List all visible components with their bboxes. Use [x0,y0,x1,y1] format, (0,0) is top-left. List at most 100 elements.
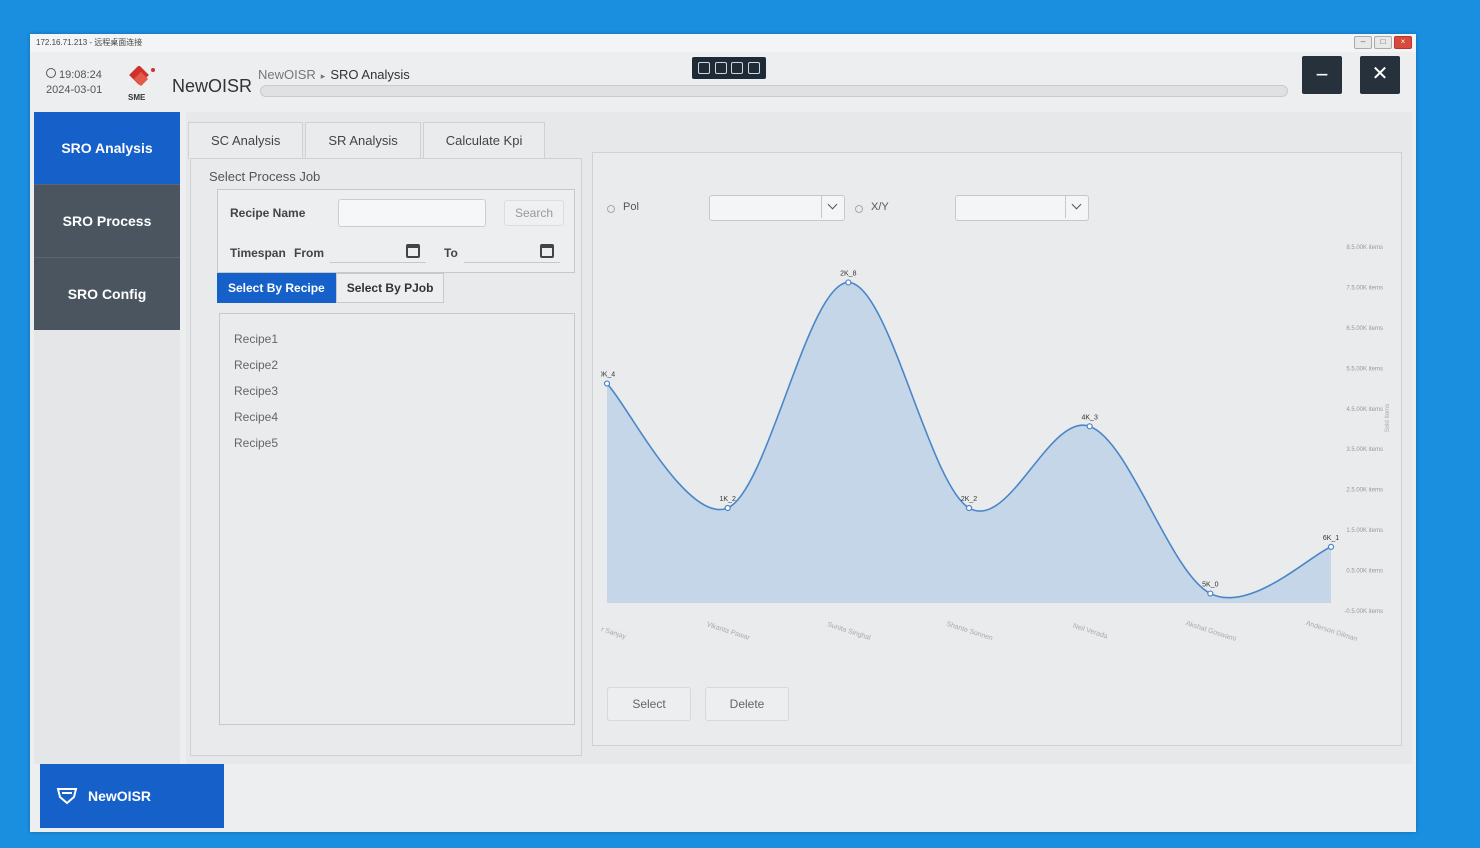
data-point [965,504,973,512]
y-tick-label: 3.5.00K items [1346,447,1383,453]
clock-time: 19:08:24 [59,69,102,81]
recipe-name-input[interactable] [338,199,486,227]
toolbar-chat-icon[interactable] [714,62,727,74]
breadcrumb-root[interactable]: NewOISR [258,67,316,82]
minimize-button[interactable]: − [1302,56,1342,94]
remote-close-button[interactable]: × [1394,36,1412,49]
app-name: NewOISR [172,76,253,96]
main-content: SC Analysis SR Analysis Calculate Kpi Se… [186,112,1412,764]
y-tick-label: 6.5.00K items [1346,326,1383,332]
list-item[interactable]: Recipe3 [220,378,574,404]
data-label: 0K_4 [601,372,615,379]
area-chart: 0K_4 1K_2 2K_8 2K_2 4K_3 5K_0 6K_1 Sher Sanjay V… [601,245,1391,643]
y-tick-label: 5.5.00K items [1346,366,1383,372]
data-point [603,380,611,387]
filter-box: Recipe Name Search Timespan From To [217,189,575,273]
sme-logo-icon: SME [128,66,155,102]
footer-brand-label: NewOISR [88,788,152,804]
data-point [724,504,731,512]
to-calendar-icon[interactable] [540,244,554,258]
select-by-pjob-button[interactable]: Select By PJob [335,273,445,303]
to-date-field[interactable] [464,262,560,263]
delete-button[interactable]: Delete [705,687,789,721]
select-button[interactable]: Select [607,687,691,721]
sidebar-item-sro-config[interactable]: SRO Config [34,257,180,330]
xy-select[interactable] [955,195,1089,221]
data-point [845,279,852,286]
search-button[interactable]: Search [504,200,564,226]
y-tick-label: 1.5.00K items [1346,528,1383,534]
progress-bar [260,85,1288,97]
y-tick-label: 8.5.00K items [1346,245,1383,251]
pol-label: Pol [623,201,639,213]
x-tick-label: Sunita Singhal [826,621,872,642]
timespan-label: Timespan [230,246,286,260]
data-label: 1K_2 [719,496,735,503]
logo-text: SME [128,93,146,102]
section-title: Select Process Job [209,169,321,184]
y-tick-label: 7.5.00K items [1346,285,1383,291]
data-point [1207,590,1214,597]
list-item[interactable]: Recipe5 [220,430,574,456]
pol-radio[interactable] [607,205,615,213]
remote-title: 172.16.71.213 - 远程桌面连接 [36,38,143,47]
list-item[interactable]: Recipe1 [220,326,574,352]
x-tick-label: Shante Sonnen [945,621,993,643]
breadcrumb-current: SRO Analysis [330,67,410,82]
from-label: From [294,246,324,260]
to-label: To [444,246,458,260]
x-tick-label: Anderson Dilman [1305,620,1358,643]
pol-select[interactable] [709,195,845,221]
shield-icon [56,788,78,805]
toolbar-settings-icon[interactable] [747,62,760,74]
remote-titlebar: 172.16.71.213 - 远程桌面连接 – □ × [30,34,1416,53]
data-label: 4K_3 [1081,414,1097,421]
select-by-recipe-button[interactable]: Select By Recipe [217,273,336,303]
list-item[interactable]: Recipe2 [220,352,574,378]
y-tick-label: 4.5.00K items [1346,407,1383,413]
xy-label: X/Y [871,201,889,213]
remote-toolbar[interactable] [692,57,766,79]
data-point [1086,423,1093,430]
clock: 19:08:24 2024-03-01 [46,68,102,98]
app-header: 19:08:24 2024-03-01 SME NewOISR NewOISR ▸… [30,52,1416,112]
app-window: 172.16.71.213 - 远程桌面连接 – □ × 19:08:24 20… [30,34,1416,832]
remote-minimize-button[interactable]: – [1354,36,1372,49]
recipe-name-label: Recipe Name [230,206,306,220]
xy-radio[interactable] [855,205,863,213]
x-tick-label: Akshat Goswami [1185,620,1238,643]
sidebar-item-sro-process[interactable]: SRO Process [34,184,180,257]
y-tick-label: 0.5.00K items [1346,569,1383,575]
x-tick-label: Neil Verada [1072,623,1109,641]
tab-sr-analysis[interactable]: SR Analysis [305,122,421,159]
tab-sc-analysis[interactable]: SC Analysis [188,122,304,159]
tab-calculate-kpi[interactable]: Calculate Kpi [422,122,546,159]
y-tick-label: 2.5.00K items [1346,488,1383,494]
sidebar-item-sro-analysis[interactable]: SRO Analysis [34,112,180,184]
y-axis-label: Sold Items [1385,404,1391,432]
footer-brand: NewOISR [40,764,224,828]
chevron-down-icon [1065,196,1088,218]
data-point [1327,543,1335,550]
toolbar-screen-icon[interactable] [731,62,744,74]
remote-maximize-button[interactable]: □ [1374,36,1392,49]
toolbar-pin-icon[interactable] [698,62,711,74]
close-button[interactable]: ✕ [1360,56,1400,94]
chart-panel: Pol X/Y 0K_4 1K_2 2K_8 2K_2 4K_3 5K_0 6K_1 Sher… [592,152,1402,746]
data-label: 2K_2 [961,496,977,503]
sidebar: SRO Analysis SRO Process SRO Config [34,112,180,764]
chevron-down-icon [821,196,844,218]
from-calendar-icon[interactable] [406,244,420,258]
x-tick-label: Vikanta Pawar [706,621,752,642]
area-fill [607,282,1331,603]
breadcrumb-chevron-icon: ▸ [320,71,326,81]
data-label: 6K_1 [1323,535,1339,542]
list-item[interactable]: Recipe4 [220,404,574,430]
process-job-panel: Select Process Job Recipe Name Search Ti… [190,158,582,756]
select-mode-toggle: Select By Recipe Select By PJob [217,273,445,303]
from-date-field[interactable] [330,262,426,263]
clock-date: 2024-03-01 [46,84,103,96]
data-label: 2K_8 [840,270,856,277]
clock-icon [46,68,56,78]
x-tick-label: Sher Sanjay [601,622,627,641]
